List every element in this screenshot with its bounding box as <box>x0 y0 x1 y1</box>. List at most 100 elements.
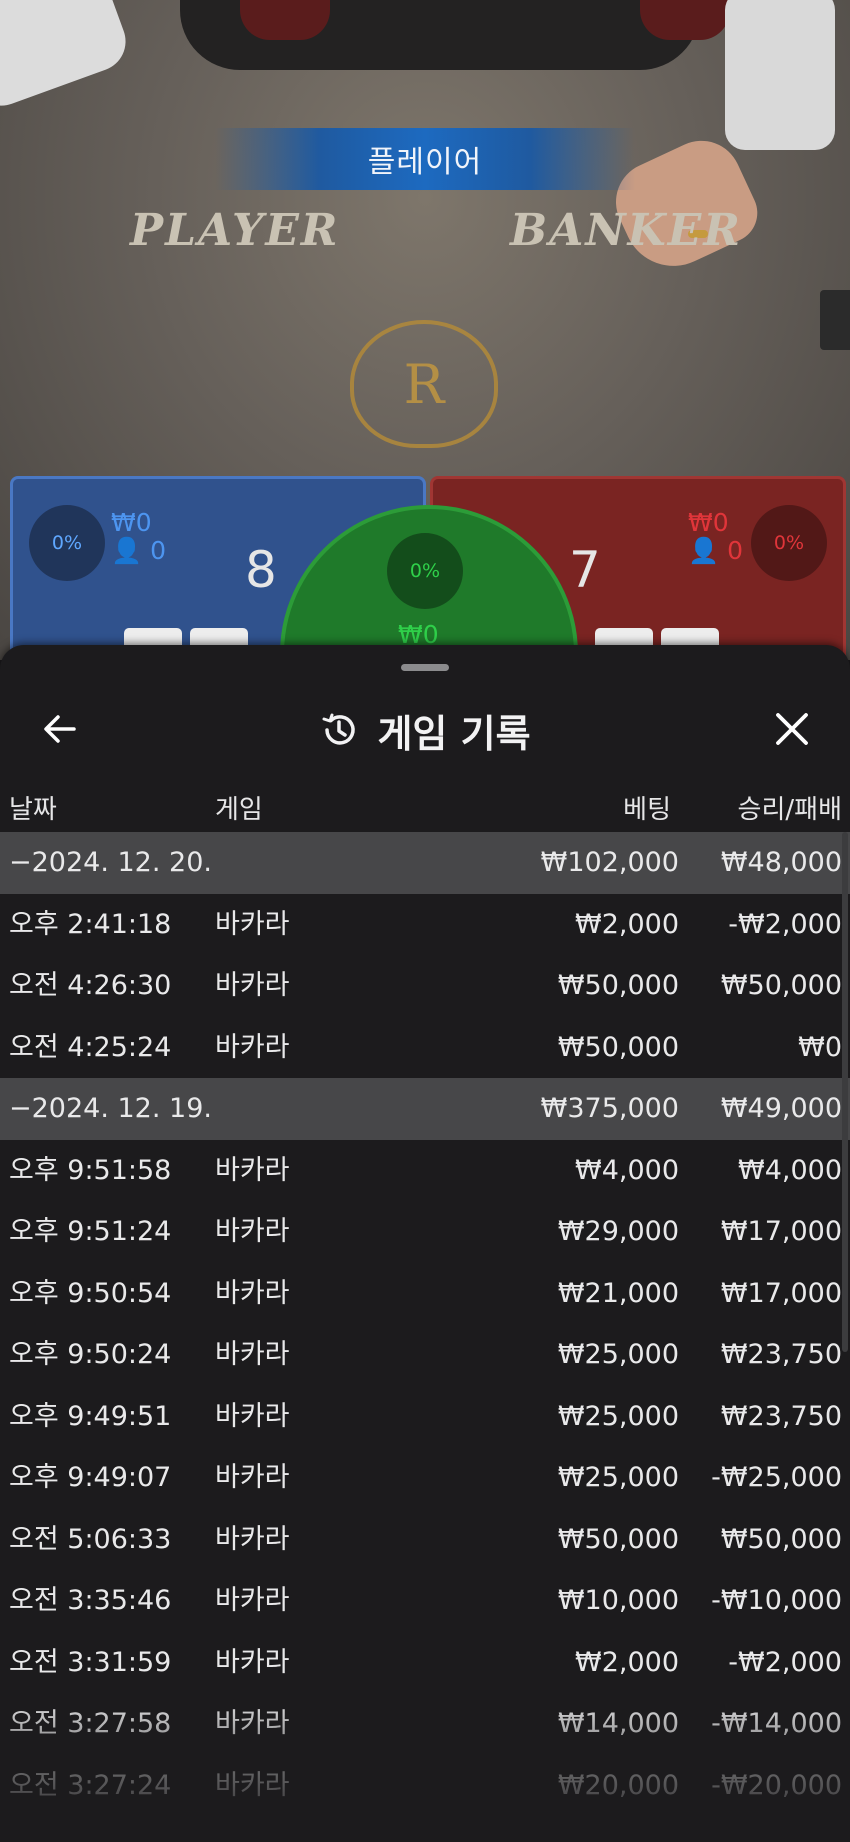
row-win-loss: -₩20,000 <box>711 1769 842 1801</box>
row-date: −2024. 12. 19. <box>9 1093 212 1124</box>
history-row[interactable]: 오전 4:26:30 바카라 ₩50,000 ₩50,000 <box>0 955 850 1017</box>
banker-count: 0 <box>727 536 743 565</box>
row-win-loss: -₩2,000 <box>728 1646 842 1678</box>
date-group-row[interactable]: −2024. 12. 19. ₩375,000 ₩49,000 <box>0 1078 850 1140</box>
row-game: 바카라 <box>215 1339 290 1370</box>
row-bet: ₩25,000 <box>557 1462 679 1493</box>
history-row[interactable]: 오후 9:50:24 바카라 ₩25,000 ₩23,750 <box>0 1324 850 1386</box>
row-game: 바카라 <box>215 1769 290 1801</box>
row-win-loss: ₩17,000 <box>720 1277 842 1309</box>
row-game: 바카라 <box>215 970 290 1001</box>
date-group-row[interactable]: −2024. 12. 20. ₩102,000 ₩48,000 <box>0 832 850 894</box>
row-game: 바카라 <box>215 1708 290 1739</box>
history-row[interactable]: 오후 9:51:24 바카라 ₩29,000 ₩17,000 <box>0 1201 850 1263</box>
history-icon <box>322 713 356 745</box>
sheet-title-group: 게임 기록 <box>0 685 850 775</box>
row-game: 바카라 <box>215 1585 290 1616</box>
user-icon: 👤 <box>688 536 720 565</box>
card-shoe <box>820 290 850 350</box>
column-header-date[interactable]: 날짜 <box>9 785 57 835</box>
dealer-chair-left <box>240 0 330 40</box>
row-bet: ₩10,000 <box>557 1585 679 1616</box>
row-game: 바카라 <box>215 1462 290 1493</box>
row-bet: ₩20,000 <box>557 1769 679 1801</box>
history-row[interactable]: 오후 9:50:54 바카라 ₩21,000 ₩17,000 <box>0 1263 850 1325</box>
row-bet: ₩4,000 <box>575 1154 679 1186</box>
row-date: 오후 9:49:07 <box>9 1462 172 1493</box>
row-date: 오후 2:41:18 <box>9 908 172 940</box>
row-bet: ₩50,000 <box>557 1031 679 1063</box>
sheet-drag-handle[interactable] <box>401 664 449 671</box>
row-game: 바카라 <box>215 1646 290 1678</box>
row-date: 오전 4:26:30 <box>9 970 172 1001</box>
row-date: 오후 9:51:58 <box>9 1154 172 1186</box>
row-win-loss: ₩0 <box>798 1031 842 1063</box>
history-row[interactable]: 오후 2:41:18 바카라 ₩2,000 -₩2,000 <box>0 894 850 956</box>
row-bet: ₩2,000 <box>575 1646 679 1678</box>
history-row[interactable]: 오후 9:49:07 바카라 ₩25,000 -₩25,000 <box>0 1447 850 1509</box>
row-win-loss: -₩25,000 <box>711 1462 842 1493</box>
row-bet: ₩29,000 <box>557 1216 679 1247</box>
column-header-game[interactable]: 게임 <box>215 785 263 835</box>
player-score: 8 <box>245 541 277 599</box>
row-win-loss: ₩50,000 <box>720 970 842 1001</box>
row-date: 오전 3:27:24 <box>9 1769 172 1801</box>
row-bet: ₩2,000 <box>575 908 679 940</box>
user-icon: 👤 <box>111 536 143 565</box>
row-bet: ₩25,000 <box>557 1339 679 1370</box>
sheet-header: 게임 기록 <box>0 685 850 785</box>
row-win-loss: ₩50,000 <box>720 1523 842 1555</box>
row-game: 바카라 <box>215 1031 290 1063</box>
column-header-win-loss[interactable]: 승리/패배 <box>738 785 842 835</box>
row-bet: ₩14,000 <box>557 1708 679 1739</box>
casino-crest-logo: R <box>350 320 498 448</box>
history-row[interactable]: 오전 3:31:59 바카라 ₩2,000 -₩2,000 <box>0 1632 850 1694</box>
banker-count-row: 👤 0 <box>688 536 743 565</box>
dealer-arm-left <box>0 0 134 115</box>
row-win-loss: ₩23,750 <box>720 1339 842 1370</box>
history-row[interactable]: 오후 9:49:51 바카라 ₩25,000 ₩23,750 <box>0 1386 850 1448</box>
row-date: 오후 9:49:51 <box>9 1400 172 1432</box>
column-header-bet[interactable]: 베팅 <box>623 785 671 835</box>
row-win-loss: -₩10,000 <box>711 1585 842 1616</box>
row-win-loss: ₩17,000 <box>720 1216 842 1247</box>
history-row[interactable]: 오전 3:35:46 바카라 ₩10,000 -₩10,000 <box>0 1570 850 1632</box>
row-game: 바카라 <box>215 1277 290 1309</box>
row-date: 오후 9:50:54 <box>9 1277 172 1309</box>
history-row[interactable]: 오전 5:06:33 바카라 ₩50,000 ₩50,000 <box>0 1509 850 1571</box>
close-button[interactable] <box>770 707 814 751</box>
sheet-title: 게임 기록 <box>377 711 531 756</box>
history-row[interactable]: 오전 3:27:24 바카라 ₩20,000 -₩20,000 <box>0 1755 850 1817</box>
row-date: 오전 3:31:59 <box>9 1646 172 1678</box>
row-win-loss: ₩49,000 <box>720 1093 842 1124</box>
banker-amount: ₩0 <box>688 508 729 537</box>
row-game: 바카라 <box>215 1154 290 1186</box>
row-date: 오후 9:50:24 <box>9 1339 172 1370</box>
history-row[interactable]: 오전 3:27:58 바카라 ₩14,000 -₩14,000 <box>0 1693 850 1755</box>
player-count: 0 <box>150 536 166 565</box>
row-date: 오전 4:25:24 <box>9 1031 172 1063</box>
tie-percent: 0% <box>387 533 463 609</box>
row-win-loss: ₩48,000 <box>720 847 842 878</box>
history-row[interactable]: 오후 9:51:58 바카라 ₩4,000 ₩4,000 <box>0 1140 850 1202</box>
row-bet: ₩50,000 <box>557 1523 679 1555</box>
row-date: 오전 3:27:58 <box>9 1708 172 1739</box>
history-list: −2024. 12. 20. ₩102,000 ₩48,000 오후 2:41:18 바… <box>0 832 850 1816</box>
row-bet: ₩375,000 <box>540 1093 679 1124</box>
player-percent: 0% <box>29 505 105 581</box>
row-date: 오전 3:35:46 <box>9 1585 172 1616</box>
row-bet: ₩50,000 <box>557 970 679 1001</box>
dealer-arm-right <box>725 0 835 150</box>
row-win-loss: ₩4,000 <box>738 1154 842 1186</box>
row-win-loss: -₩14,000 <box>711 1708 842 1739</box>
scrollbar[interactable] <box>842 832 848 1352</box>
row-bet: ₩21,000 <box>557 1277 679 1309</box>
dealer-chair-right <box>640 0 730 40</box>
banker-score: 7 <box>569 541 601 599</box>
row-game: 바카라 <box>215 1400 290 1432</box>
history-row[interactable]: 오전 4:25:24 바카라 ₩50,000 ₩0 <box>0 1017 850 1079</box>
row-date: 오전 5:06:33 <box>9 1523 172 1555</box>
row-date: −2024. 12. 20. <box>9 847 212 878</box>
row-date: 오후 9:51:24 <box>9 1216 172 1247</box>
banker-percent: 0% <box>751 505 827 581</box>
